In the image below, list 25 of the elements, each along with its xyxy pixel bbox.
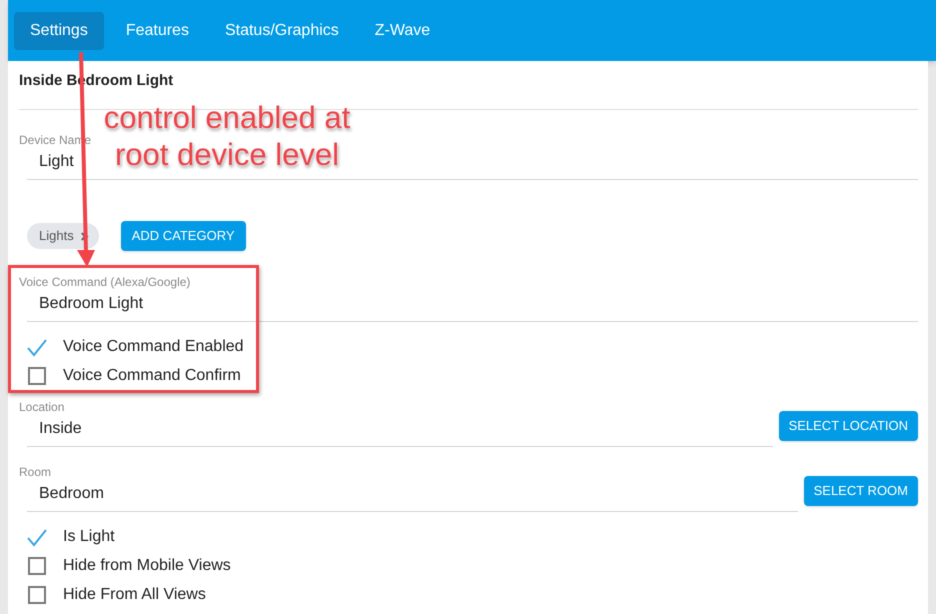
text-field[interactable]: Bedroom Light: [39, 293, 181, 315]
text-field[interactable]: Inside: [39, 418, 116, 440]
field-label: Voice Command (Alexa/Google): [19, 274, 190, 290]
select-button[interactable]: SELECT ROOM: [804, 476, 918, 506]
tab[interactable]: Features: [112, 12, 203, 50]
tab[interactable]: Settings: [14, 12, 104, 50]
check-icon[interactable]: [27, 336, 47, 356]
tab[interactable]: Status/Graphics: [210, 12, 353, 50]
checkbox[interactable]: [28, 586, 46, 604]
add-category-button[interactable]: ADD CATEGORY: [120, 221, 246, 251]
checkbox[interactable]: [28, 366, 46, 384]
text-field[interactable]: Bedroom: [39, 483, 125, 505]
checkbox-label: Hide From All Views: [63, 584, 206, 604]
chip-label: Lights: [39, 227, 74, 246]
tab[interactable]: Z-Wave: [360, 12, 444, 50]
field-label: Room: [19, 464, 52, 480]
field-label: Location: [19, 399, 64, 415]
remove-icon[interactable]: [80, 232, 89, 240]
checkbox-label: Voice Command Enabled: [63, 336, 244, 356]
checkbox-label: Hide from Mobile Views: [63, 556, 231, 576]
checkbox[interactable]: [28, 556, 46, 574]
checkbox-label: Voice Command Confirm: [63, 366, 241, 386]
checkbox-label: Is Light: [63, 526, 115, 546]
select-button[interactable]: SELECT LOCATION: [778, 411, 918, 441]
check-icon[interactable]: [27, 526, 47, 546]
